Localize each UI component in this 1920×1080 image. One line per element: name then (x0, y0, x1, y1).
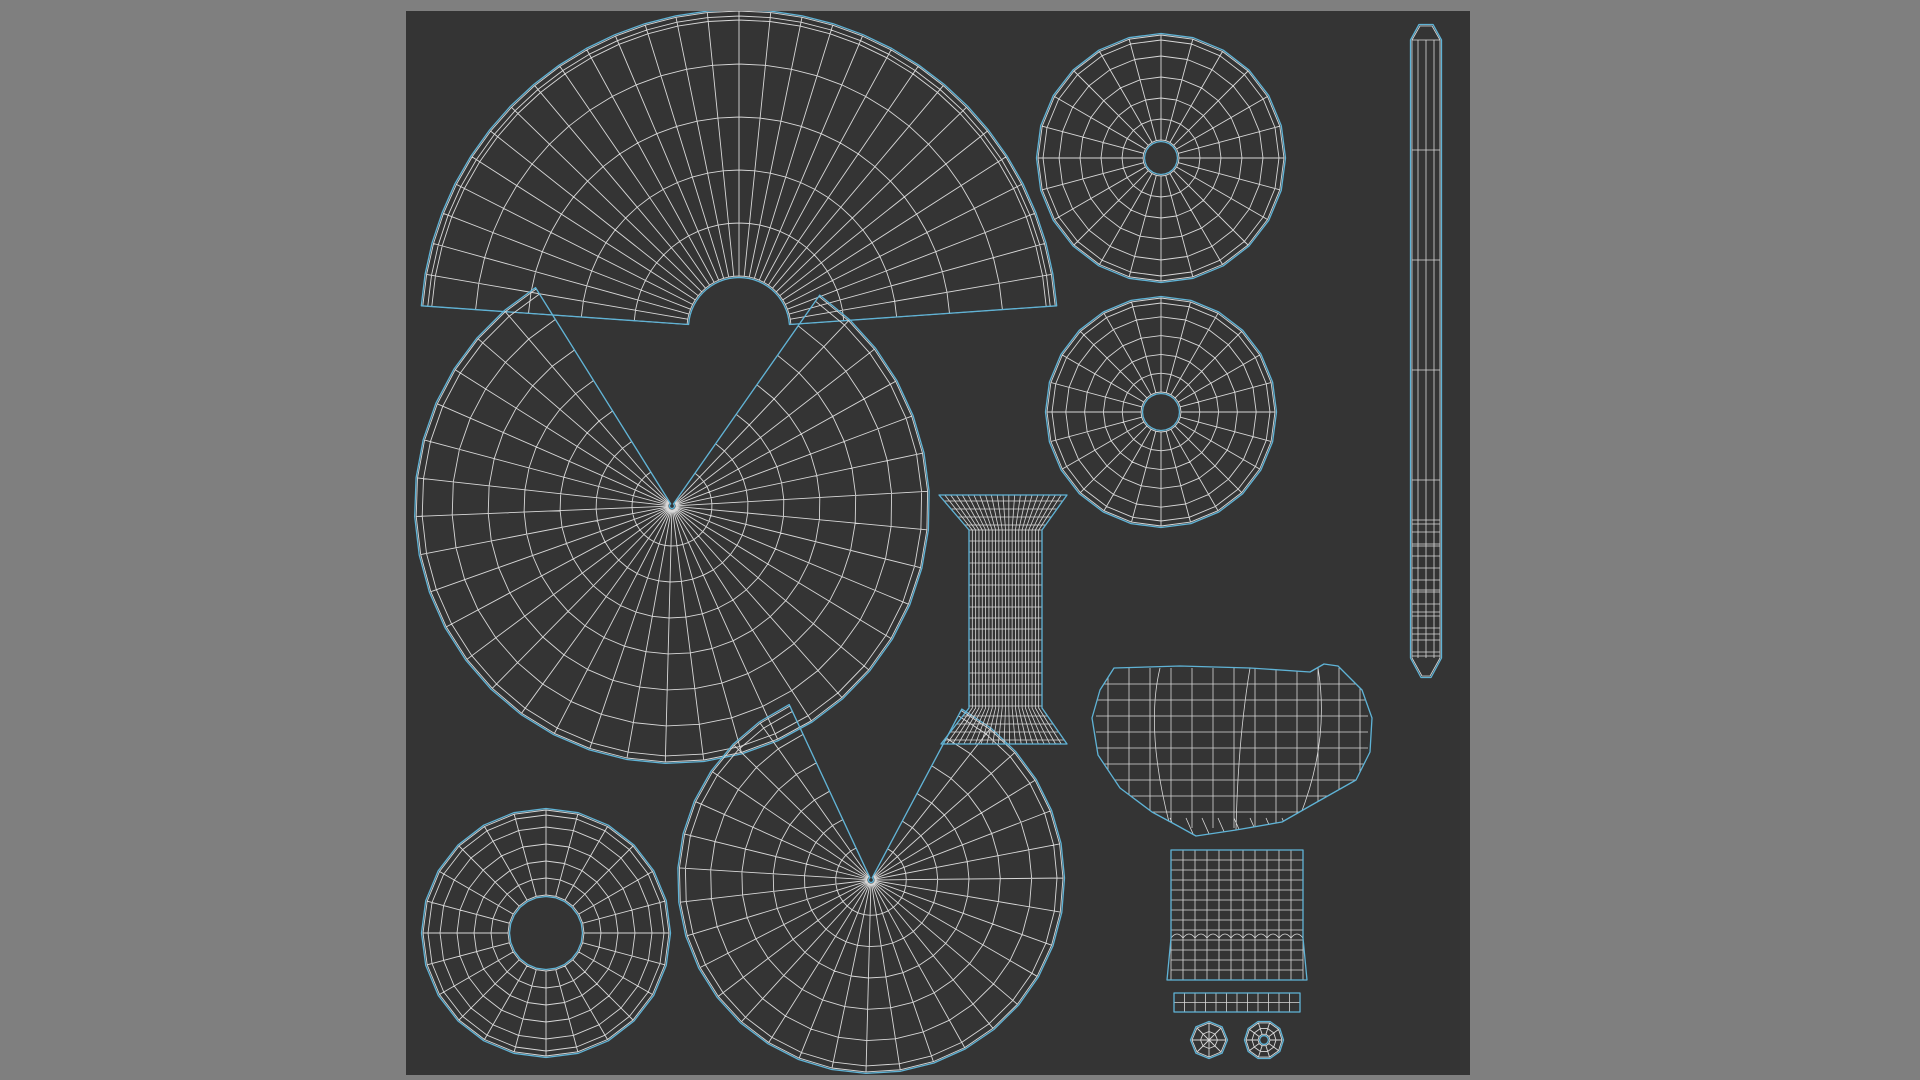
uv-editor-viewport[interactable] (0, 0, 1920, 1080)
uv-island-fan-left[interactable] (414, 286, 930, 765)
uv-island-fan-bottom[interactable] (677, 703, 1066, 1075)
uv-island-bowl[interactable] (1091, 663, 1373, 837)
uv-island-small-strip[interactable] (1173, 992, 1301, 1013)
uv-layout[interactable] (406, 11, 1470, 1075)
uv-island-disc-bottom[interactable] (420, 807, 672, 1059)
uv-island-small-disc-b[interactable] (1243, 1020, 1285, 1060)
uv-island-large-fan[interactable] (420, 11, 1058, 326)
uv-island-disc-mid[interactable] (1044, 295, 1278, 529)
uv-island-ring-disc-top[interactable] (1035, 32, 1287, 284)
uv-island-collar[interactable] (1166, 849, 1308, 981)
uv-island-handle-strip[interactable] (1409, 23, 1443, 679)
uv-island-neck-strip[interactable] (938, 494, 1068, 745)
uv-canvas[interactable] (406, 11, 1470, 1075)
uv-island-small-disc-a[interactable] (1189, 1020, 1229, 1060)
